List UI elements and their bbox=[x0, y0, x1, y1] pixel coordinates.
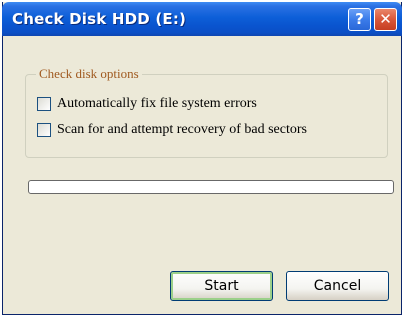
help-icon: ? bbox=[355, 10, 364, 28]
start-button[interactable]: Start bbox=[170, 271, 273, 301]
check-disk-dialog: Check Disk HDD (E:) ? ✕ bbox=[2, 2, 402, 315]
help-button[interactable]: ? bbox=[348, 8, 371, 31]
fix-errors-label[interactable]: Automatically fix file system errors bbox=[57, 96, 257, 112]
cancel-button[interactable]: Cancel bbox=[286, 271, 389, 301]
scan-sectors-checkbox[interactable] bbox=[37, 123, 51, 137]
fix-errors-checkbox[interactable] bbox=[37, 97, 51, 111]
fix-errors-option[interactable]: Automatically fix file system errors bbox=[37, 96, 257, 112]
group-label: Check disk options bbox=[36, 66, 142, 82]
scan-sectors-label[interactable]: Scan for and attempt recovery of bad sec… bbox=[57, 122, 307, 138]
check-disk-options-group bbox=[25, 74, 388, 158]
title-bar[interactable]: Check Disk HDD (E:) ? ✕ bbox=[2, 2, 402, 36]
close-icon: ✕ bbox=[379, 10, 392, 28]
window-title: Check Disk HDD (E:) bbox=[12, 10, 187, 28]
close-button[interactable]: ✕ bbox=[374, 8, 397, 31]
scan-sectors-option[interactable]: Scan for and attempt recovery of bad sec… bbox=[37, 122, 307, 138]
progress-bar bbox=[28, 180, 394, 194]
